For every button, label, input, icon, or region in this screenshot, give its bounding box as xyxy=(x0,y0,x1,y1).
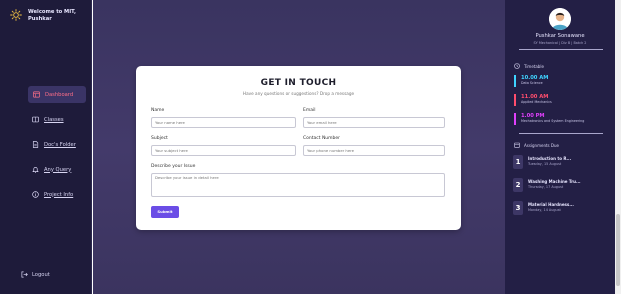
timetable-heading-label: Timetable xyxy=(524,63,544,69)
assignments-heading: Assignments Due xyxy=(514,142,559,148)
scrollbar-thumb[interactable] xyxy=(616,214,620,286)
assignments-heading-label: Assignments Due xyxy=(524,142,559,148)
email-label: Email xyxy=(303,108,316,113)
assignment-item[interactable]: 3 Material Hardness... Monday, 14 August xyxy=(513,201,574,215)
sidebar-item-label: Doc's Folder xyxy=(44,141,76,148)
timetable-entry: 11.00 AM Applied Mechanics xyxy=(514,94,552,106)
logout-label: Logout xyxy=(32,271,50,278)
timetable-entry: 1.00 PM Mechatronics and System Engineer… xyxy=(514,113,584,125)
assignment-number: 1 xyxy=(513,155,523,169)
assignment-date: Thursday, 17 August xyxy=(528,185,564,189)
right-panel: Pushkar Sonawane SY Mechanical | Div B |… xyxy=(505,0,615,294)
sidebar-item-label: Dashboard xyxy=(45,91,74,98)
profile-name: Pushkar Sonawane xyxy=(535,33,585,39)
divider xyxy=(519,49,603,50)
contact-form-card: GET IN TOUCH Have any questions or sugge… xyxy=(136,66,461,230)
sun-icon xyxy=(10,9,22,21)
app-frame: Welcome to MIT, Pushkar Dashboard Classe… xyxy=(0,0,621,294)
assignment-number: 3 xyxy=(513,201,523,215)
logout-button[interactable]: Logout xyxy=(21,271,50,278)
sidebar-item-dashboard[interactable]: Dashboard xyxy=(28,86,86,103)
scrollbar[interactable] xyxy=(615,0,621,294)
sidebar-item-docs-folder[interactable]: Doc's Folder xyxy=(6,136,88,153)
timetable-entry: 10.00 AM Data Science xyxy=(514,75,548,87)
document-icon xyxy=(32,141,39,148)
issue-textarea[interactable] xyxy=(151,173,445,197)
contact-number-label: Contact Number xyxy=(303,136,341,141)
welcome-line1: Welcome to MIT, xyxy=(28,9,76,15)
dashboard-icon xyxy=(33,91,40,98)
subject-label: Subject xyxy=(151,136,168,141)
classes-icon xyxy=(32,116,39,123)
main-content: GET IN TOUCH Have any questions or sugge… xyxy=(93,0,505,294)
sidebar-item-label: Project Info xyxy=(44,191,74,198)
issue-label: Describe your Issue xyxy=(151,164,196,169)
sidebar-item-project-info[interactable]: Project Info xyxy=(6,186,88,203)
assignment-item[interactable]: 2 Washing Machine Tru... Thursday, 17 Au… xyxy=(513,178,581,192)
calendar-icon xyxy=(514,142,520,148)
email-input[interactable] xyxy=(303,117,445,128)
submit-button[interactable]: Submit xyxy=(151,206,179,218)
timetable-subject: Applied Mechanics xyxy=(521,100,552,104)
name-label: Name xyxy=(151,108,165,113)
timetable-heading: Timetable xyxy=(514,63,544,69)
avatar xyxy=(549,8,571,30)
clock-icon xyxy=(514,63,520,69)
assignment-item[interactable]: 1 Introduction to R... Tuesday, 15 Augus… xyxy=(513,155,571,169)
timetable-subject: Data Science xyxy=(521,81,543,85)
timetable-subject: Mechatronics and System Engineering xyxy=(521,119,585,123)
welcome-line2: Pushkar xyxy=(28,16,52,22)
welcome-block: Welcome to MIT, Pushkar xyxy=(10,9,76,23)
sidebar-item-label: Any Query xyxy=(44,166,72,173)
form-subtitle: Have any questions or suggestions? Drop … xyxy=(242,91,355,96)
profile-subtitle: SY Mechanical | Div B | Batch 2 xyxy=(533,41,587,45)
bell-icon xyxy=(32,166,39,173)
assignment-number: 2 xyxy=(513,178,523,192)
sidebar-item-label: Classes xyxy=(44,116,64,123)
subject-input[interactable] xyxy=(151,145,296,156)
form-title: GET IN TOUCH xyxy=(260,78,337,88)
name-input[interactable] xyxy=(151,117,296,128)
left-sidebar: Welcome to MIT, Pushkar Dashboard Classe… xyxy=(0,0,92,294)
logout-icon xyxy=(21,271,28,278)
welcome-text: Welcome to MIT, Pushkar xyxy=(28,9,76,23)
divider xyxy=(519,133,603,134)
sidebar-item-any-query[interactable]: Any Query xyxy=(6,161,88,178)
contact-number-input[interactable] xyxy=(303,145,445,156)
info-icon xyxy=(32,191,39,198)
assignment-date: Monday, 14 August xyxy=(528,208,561,212)
assignment-date: Tuesday, 15 August xyxy=(528,162,562,166)
sidebar-nav: Dashboard Classes Doc's Folder Any Query xyxy=(6,86,88,211)
sidebar-item-classes[interactable]: Classes xyxy=(6,111,88,128)
